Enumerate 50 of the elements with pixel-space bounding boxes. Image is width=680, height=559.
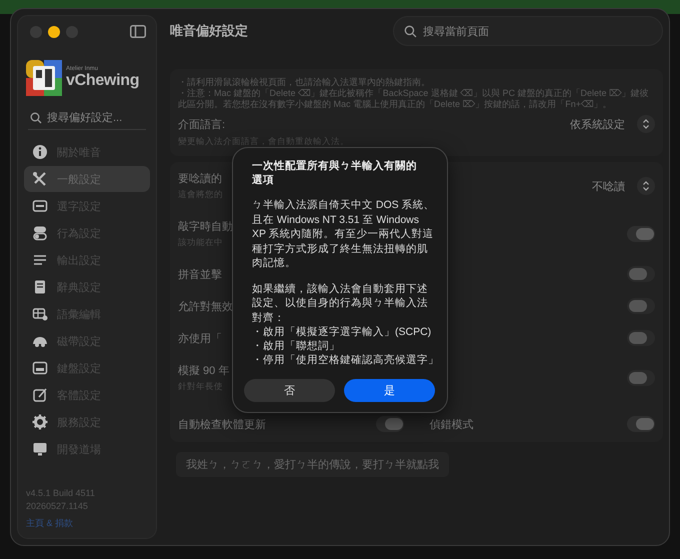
- window-control[interactable]: [48, 26, 60, 38]
- setting-label: 介面語言:: [178, 118, 226, 132]
- setting-label: 自動檢查軟體更新: [178, 418, 266, 432]
- search-icon: [404, 24, 417, 38]
- sidebar-toggle-icon[interactable]: [130, 25, 146, 38]
- setting-label: 敲字時自動: [178, 220, 233, 234]
- window-title: 唯音偏好設定: [170, 22, 248, 40]
- confirm-button[interactable]: 是: [344, 379, 435, 402]
- info-icon: [32, 144, 48, 160]
- cancel-button[interactable]: 否: [244, 379, 335, 402]
- dialog-title: 一次性配置所有與ㄅ半輸入有關的選項: [252, 159, 418, 187]
- monitor-icon: [32, 441, 48, 457]
- setting-label: 偵錯模式: [430, 418, 474, 432]
- gear-icon: [32, 414, 48, 430]
- setting-label: 要唸讀的: [178, 172, 223, 186]
- setting-label: 亦使用「: [178, 332, 222, 346]
- language-popup[interactable]: 依系統設定: [570, 115, 655, 133]
- toggle-icon: [32, 225, 48, 241]
- dialog-message: ㄅ半輸入法源自倚天中文 DOS 系統、且在 Windows NT 3.51 至 Windows XP 系統內隨附。有至少一兩代人對這種打字方式形成了終生無法扭轉的肌肉記憶。: [252, 198, 435, 270]
- list-icon: [32, 252, 48, 268]
- book-icon: [32, 279, 48, 295]
- search-icon: [30, 112, 42, 124]
- tools-icon: [32, 171, 48, 187]
- dialog-bullet: ・啟用「模擬逐字選字輸入」(SCPC): [252, 325, 432, 339]
- dialog-bullet: ・停用「使用空格鍵確認高亮候選字」: [252, 353, 435, 367]
- toggle-switch[interactable]: [627, 330, 655, 346]
- toggle-switch[interactable]: [627, 226, 655, 242]
- sidebar-search-field[interactable]: 搜尋偏好設定...: [28, 106, 146, 130]
- app-logo-icon: [26, 60, 62, 96]
- search-field[interactable]: 搜尋當前頁面: [393, 16, 663, 46]
- setting-popup[interactable]: 不唸讀: [592, 177, 655, 195]
- setting-label: 拼音並擊: [178, 268, 222, 282]
- toggle-switch[interactable]: [376, 416, 404, 432]
- table-icon: [32, 306, 48, 322]
- toggle-switch[interactable]: [627, 298, 655, 314]
- setting-label: 模擬 90 年: [178, 364, 230, 378]
- dialog-bullet: ・啟用「聯想詞」: [252, 339, 341, 353]
- stepper-icon: [637, 115, 655, 133]
- window-icon: [32, 198, 48, 214]
- toggle-switch[interactable]: [627, 416, 655, 432]
- toggle-switch[interactable]: [627, 266, 655, 282]
- brand-name: vChewing: [66, 72, 140, 90]
- easter-egg-button[interactable]: 我姓ㄅ，ㄅㄛㄅ，愛打ㄅ半的傳說，要打ㄅ半就點我: [176, 452, 449, 477]
- dialog-message: 如果繼續，該輸入法會自動套用下述設定、以使自身的行為與ㄅ半輸入法對齊：: [252, 282, 429, 325]
- edit-icon: [32, 387, 48, 403]
- keyboard-icon: [32, 360, 48, 376]
- toggle-switch[interactable]: [627, 370, 655, 386]
- setting-label: 允許對無效: [178, 300, 233, 314]
- stepper-icon: [637, 177, 655, 195]
- homepage-link[interactable]: 主頁 & 捐款: [26, 517, 150, 530]
